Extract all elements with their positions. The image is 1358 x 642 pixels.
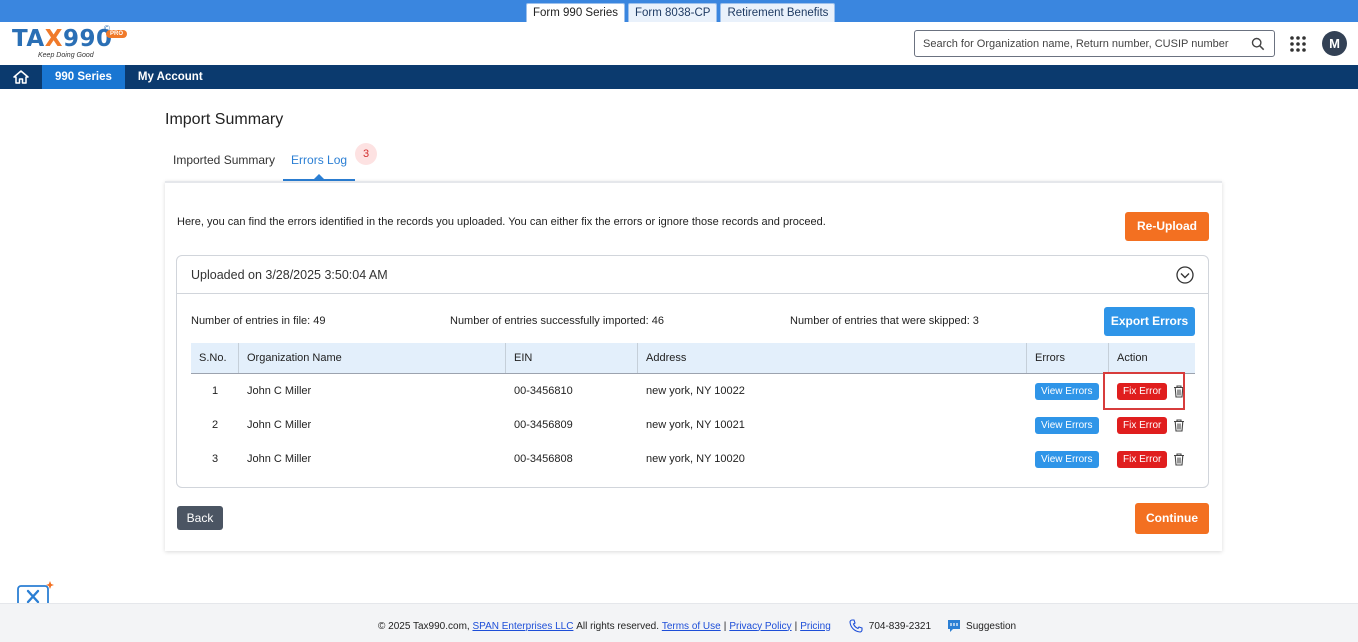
row-ein: 00-3456809: [514, 419, 573, 431]
footer-privacy-link[interactable]: Privacy Policy: [729, 621, 791, 632]
nav-item-my-account[interactable]: My Account: [125, 65, 216, 89]
stat-total-entries: Number of entries in file: 49: [191, 315, 326, 327]
row-action-cell: Fix Error: [1109, 416, 1195, 434]
column-header: Action: [1117, 352, 1148, 364]
summary-tabs: Imported Summary Errors Log 3: [165, 143, 378, 181]
upload-panel: Uploaded on 3/28/2025 3:50:04 AM Number …: [176, 255, 1209, 488]
phone-icon: [849, 619, 863, 633]
stat-skipped-entries: Number of entries that were skipped: 3: [790, 315, 979, 327]
column-header: Address: [638, 343, 1027, 373]
active-tab-caret: [313, 174, 326, 180]
footer-separator: |: [723, 620, 727, 632]
row-action-cell: Fix Error: [1103, 371, 1195, 410]
row-address: new york, NY 10022: [646, 385, 745, 397]
chevron-down-icon[interactable]: [1176, 266, 1194, 284]
footer: © 2025 Tax990.com, SPAN Enterprises LLC …: [0, 603, 1358, 642]
search-input[interactable]: [915, 31, 1235, 56]
row-action-cell: Fix Error: [1109, 450, 1195, 468]
footer-content: © 2025 Tax990.com, SPAN Enterprises LLC …: [378, 619, 1016, 633]
continue-button[interactable]: Continue: [1135, 503, 1209, 534]
trash-icon[interactable]: [1173, 418, 1185, 432]
nav-item-990-series[interactable]: 990 Series: [42, 65, 125, 89]
footer-terms-link[interactable]: Terms of Use: [662, 621, 721, 632]
footer-suggestion[interactable]: Suggestion: [966, 621, 1016, 632]
view-errors-button[interactable]: View Errors: [1035, 382, 1099, 400]
highlight-box: [1103, 371, 1185, 410]
column-header: S.No.: [191, 343, 239, 373]
row-org-name: John C Miller: [247, 453, 312, 465]
main-nav: 990 Series My Account: [0, 65, 1358, 89]
footer-company-link[interactable]: SPAN Enterprises LLC: [472, 621, 573, 632]
row-address: new york, NY 10021: [646, 419, 745, 431]
row-org-name: John C Miller: [247, 419, 312, 431]
row-sno: 3: [211, 453, 219, 465]
footer-copyright: © 2025 Tax990.com,: [378, 620, 470, 632]
back-button[interactable]: Back: [177, 506, 223, 530]
column-header: Organization Name: [239, 343, 506, 373]
suggestion-icon: [948, 620, 961, 632]
view-errors-button[interactable]: View Errors: [1035, 450, 1099, 468]
footer-separator: |: [794, 620, 798, 632]
product-tab-form-8038[interactable]: Form 8038-CP: [628, 3, 718, 22]
product-tab-form-990[interactable]: Form 990 Series: [526, 3, 626, 22]
table-row: 1 John C Miller 00-3456810 new york, NY …: [191, 371, 1195, 410]
errors-table: S.No. Organization Name EIN Address Erro…: [191, 343, 1195, 476]
upload-panel-header[interactable]: Uploaded on 3/28/2025 3:50:04 AM: [177, 256, 1208, 294]
row-sno: 1: [211, 385, 219, 397]
row-address: new york, NY 10020: [646, 453, 745, 465]
avatar[interactable]: M: [1322, 31, 1347, 56]
errors-count-badge: 3: [355, 143, 378, 165]
reupload-button[interactable]: Re-Upload: [1125, 212, 1209, 241]
row-ein: 00-3456810: [514, 385, 573, 397]
stat-imported-entries: Number of entries successfully imported:…: [450, 315, 664, 327]
header: TAX990 © PRO Keep Doing Good M: [0, 22, 1358, 65]
page-title: Import Summary: [165, 111, 284, 128]
upload-title: Uploaded on 3/28/2025 3:50:04 AM: [191, 268, 388, 282]
fix-error-button[interactable]: Fix Error: [1117, 450, 1168, 468]
view-errors-button[interactable]: View Errors: [1035, 416, 1099, 434]
export-errors-button[interactable]: Export Errors: [1104, 307, 1195, 336]
footer-rights: All rights reserved.: [576, 620, 660, 632]
logo-text: TAX990: [12, 26, 113, 52]
intro-text: Here, you can find the errors identified…: [177, 216, 826, 228]
home-button[interactable]: [0, 65, 42, 89]
column-header: Errors: [1027, 343, 1109, 373]
product-tabs: Form 990 Series Form 8038-CP Retirement …: [526, 3, 836, 22]
row-errors-cell: View Errors: [1027, 382, 1109, 400]
footer-pricing-link[interactable]: Pricing: [800, 621, 831, 632]
logo-pro-badge: PRO: [106, 30, 128, 38]
product-strip: Form 990 Series Form 8038-CP Retirement …: [0, 0, 1358, 22]
row-ein: 00-3456808: [514, 453, 573, 465]
row-sno: 2: [211, 419, 219, 431]
logo-tagline: Keep Doing Good: [38, 52, 94, 59]
table-row: 3 John C Miller 00-3456808 new york, NY …: [191, 442, 1195, 476]
table-row: 2 John C Miller 00-3456809 new york, NY …: [191, 408, 1195, 442]
search-box: [914, 30, 1275, 57]
footer-phone[interactable]: 704-839-2321: [869, 621, 931, 632]
product-tab-retirement[interactable]: Retirement Benefits: [720, 3, 836, 22]
row-errors-cell: View Errors: [1027, 416, 1109, 434]
table-header: S.No. Organization Name EIN Address Erro…: [191, 343, 1195, 374]
row-org-name: John C Miller: [247, 385, 312, 397]
tab-imported-summary[interactable]: Imported Summary: [165, 144, 283, 181]
errors-log-card: Here, you can find the errors identified…: [165, 181, 1222, 551]
tab-label: Errors Log: [291, 153, 348, 167]
logo[interactable]: TAX990 © PRO Keep Doing Good: [12, 24, 128, 59]
apps-grid-icon[interactable]: [1289, 35, 1307, 53]
home-icon: [13, 70, 29, 84]
fix-error-button[interactable]: Fix Error: [1117, 416, 1168, 434]
trash-icon[interactable]: [1173, 452, 1185, 466]
column-header: EIN: [506, 343, 638, 373]
row-errors-cell: View Errors: [1027, 450, 1109, 468]
tab-errors-log[interactable]: Errors Log 3: [283, 143, 378, 181]
tab-label: Imported Summary: [173, 153, 276, 167]
search-icon[interactable]: [1251, 37, 1265, 51]
